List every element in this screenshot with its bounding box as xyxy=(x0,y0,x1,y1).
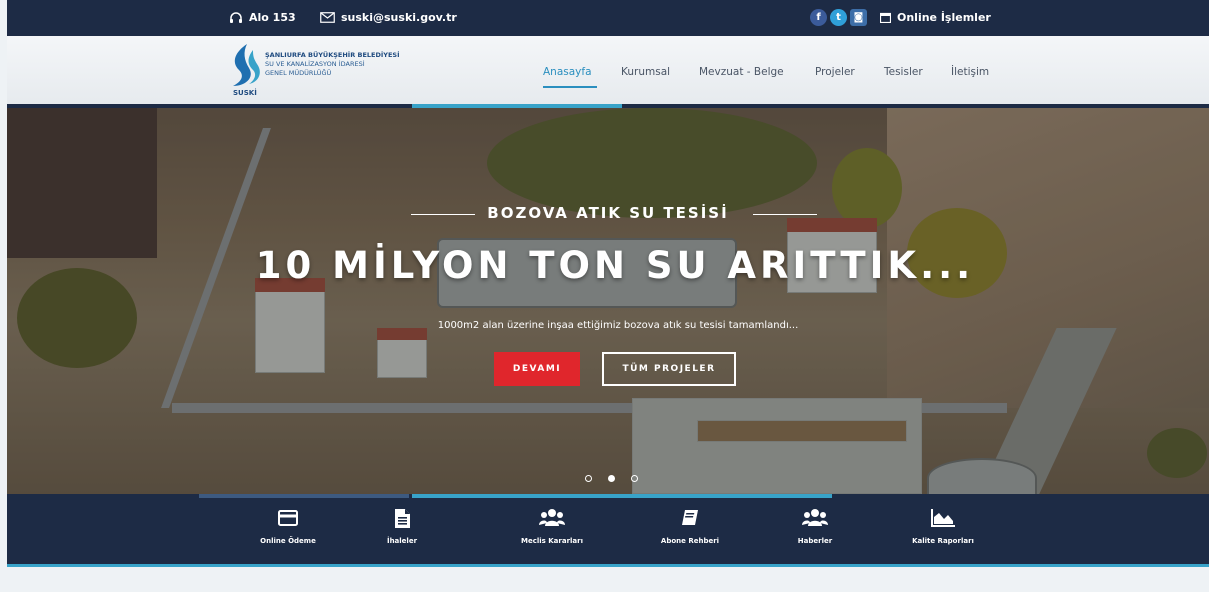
headset-icon xyxy=(229,11,243,24)
book-icon xyxy=(681,507,699,529)
document-icon xyxy=(394,507,410,529)
quick-link-label: İhaleler xyxy=(386,537,418,545)
logo-brand: SUSKİ xyxy=(233,89,257,97)
hero-slider: BOZOVA ATIK SU TESİSİ 10 MİLYON TON SU A… xyxy=(7,108,1209,494)
content-area xyxy=(7,567,1209,592)
calendar-icon xyxy=(880,12,891,23)
phone-link[interactable]: Alo 153 xyxy=(229,11,296,24)
hero-subtitle: BOZOVA ATIK SU TESİSİ xyxy=(487,204,729,222)
online-services-link[interactable]: Online İşlemler xyxy=(880,11,991,24)
hero-overlay xyxy=(7,108,1209,494)
logo-text: ŞANLIURFA BÜYÜKŞEHİR BELEDİYESİ SU VE KA… xyxy=(265,51,400,77)
credit-card-icon xyxy=(278,507,298,529)
instagram-icon[interactable]: ◙ xyxy=(850,9,867,26)
email-link[interactable]: suski@suski.gov.tr xyxy=(320,11,457,24)
users-group-icon xyxy=(802,507,828,529)
quick-link-label: Abone Rehberi xyxy=(660,537,720,545)
slider-dot-2[interactable] xyxy=(608,475,615,482)
nav-anasayfa[interactable]: Anasayfa xyxy=(543,66,592,78)
tum-projeler-button[interactable]: TÜM PROJELER xyxy=(602,352,736,386)
online-label: Online İşlemler xyxy=(897,11,991,24)
site-logo[interactable]: ŞANLIURFA BÜYÜKŞEHİR BELEDİYESİ SU VE KA… xyxy=(229,42,459,100)
quick-link-label: Haberler xyxy=(797,537,833,545)
quick-link-label: Meclis Kararları xyxy=(520,537,583,545)
devami-button[interactable]: DEVAMI xyxy=(494,352,580,386)
nav-active-indicator xyxy=(543,86,597,88)
email-label: suski@suski.gov.tr xyxy=(341,11,457,24)
quick-link-abone-rehberi[interactable]: Abone Rehberi xyxy=(625,498,755,564)
area-chart-icon xyxy=(931,507,955,529)
nav-mevzuat-belge[interactable]: Mevzuat - Belge xyxy=(699,66,784,78)
quick-link-kalite-raporlari[interactable]: Kalite Raporları xyxy=(878,498,1008,564)
nav-projeler[interactable]: Projeler xyxy=(815,66,855,78)
quick-link-online-odeme[interactable]: Online Ödeme xyxy=(223,498,353,564)
facebook-icon[interactable]: f xyxy=(810,9,827,26)
quick-link-haberler[interactable]: Haberler xyxy=(750,498,880,564)
page: Alo 153 suski@suski.gov.tr f t ◙ Online … xyxy=(7,0,1209,592)
slider-dot-3[interactable] xyxy=(631,475,638,482)
phone-label: Alo 153 xyxy=(249,11,296,24)
users-icon xyxy=(539,507,565,529)
nav-tesisler[interactable]: Tesisler xyxy=(884,66,923,78)
slider-dot-1[interactable] xyxy=(585,475,592,482)
nav-iletisim[interactable]: İletişim xyxy=(951,66,989,78)
slider-dots xyxy=(585,475,638,482)
twitter-icon[interactable]: t xyxy=(830,9,847,26)
nav-kurumsal[interactable]: Kurumsal xyxy=(621,66,670,78)
top-bar: Alo 153 suski@suski.gov.tr f t ◙ Online … xyxy=(7,0,1209,36)
quick-link-label: Kalite Raporları xyxy=(912,537,974,545)
quick-link-label: Online Ödeme xyxy=(260,537,316,545)
mail-icon xyxy=(320,12,335,23)
quick-link-ihaleler[interactable]: İhaleler xyxy=(337,498,467,564)
quick-links-bar: Online Ödeme İhaleler Meclis Kararları A… xyxy=(7,498,1209,564)
site-header xyxy=(7,36,1209,106)
hero-title: 10 MİLYON TON SU ARITTIK... xyxy=(255,244,975,287)
hero-description: 1000m2 alan üzerine inşaa ettiğimiz bozo… xyxy=(437,320,799,331)
quick-link-meclis-kararlari[interactable]: Meclis Kararları xyxy=(487,498,617,564)
